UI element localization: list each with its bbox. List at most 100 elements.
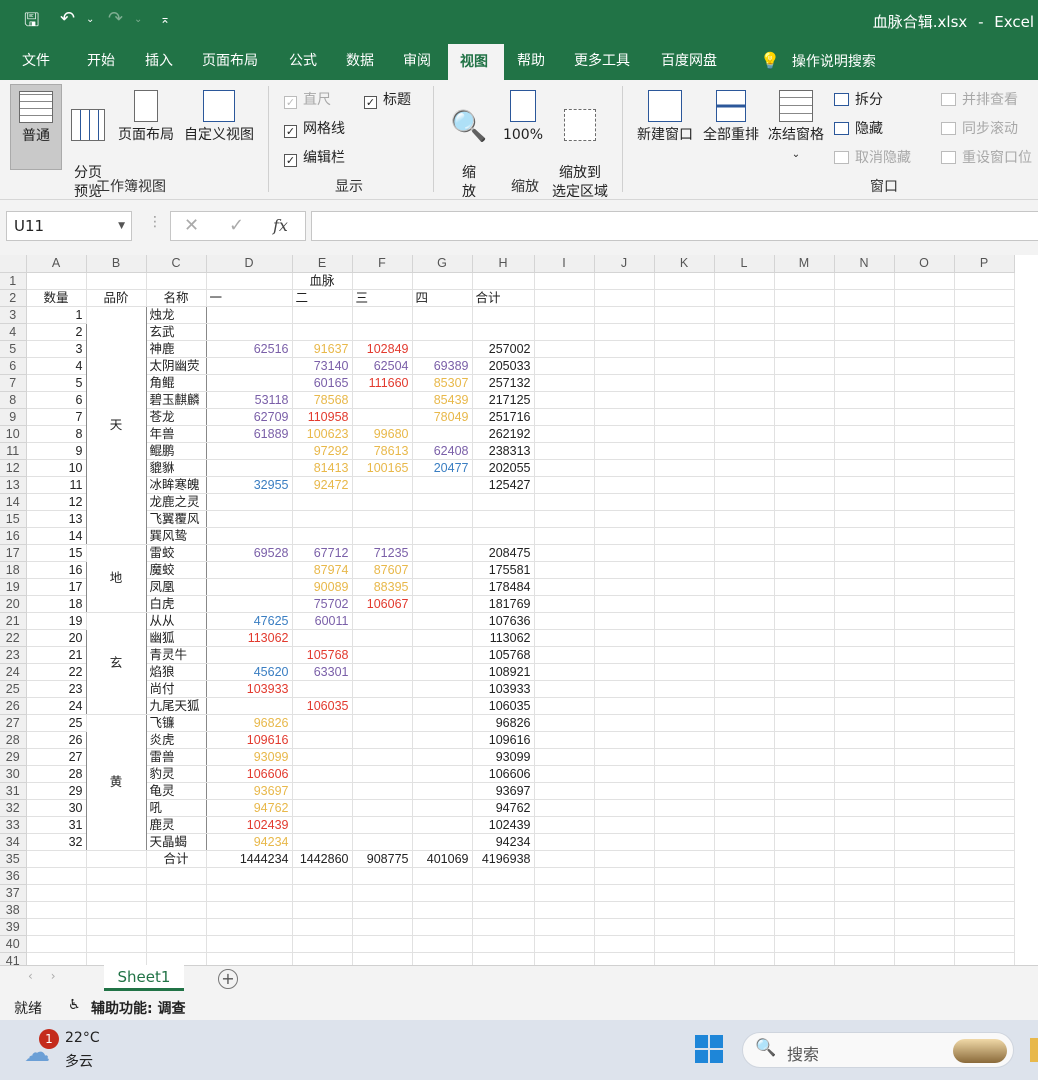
cell-f33[interactable] (352, 816, 413, 834)
cell-m12[interactable] (774, 459, 835, 477)
column-header-i[interactable]: I (534, 255, 595, 273)
cell-a6[interactable]: 4 (26, 357, 87, 375)
cell-j20[interactable] (594, 595, 655, 613)
cell-o26[interactable] (894, 697, 955, 715)
cell-k14[interactable] (654, 493, 715, 511)
cell-p4[interactable] (954, 323, 1015, 341)
cell-a9[interactable]: 7 (26, 408, 87, 426)
cell-k25[interactable] (654, 680, 715, 698)
row-header[interactable]: 4 (0, 323, 27, 341)
cell-a29[interactable]: 27 (26, 748, 87, 766)
tab-page-layout[interactable]: 页面布局 (190, 42, 270, 80)
cell-d26[interactable] (206, 697, 293, 715)
cell-n17[interactable] (834, 544, 895, 562)
cell-o37[interactable] (894, 884, 955, 902)
cell-h4[interactable] (472, 323, 535, 341)
tab-help[interactable]: 帮助 (505, 42, 557, 80)
cell-i35[interactable] (534, 850, 595, 868)
cell-k4[interactable] (654, 323, 715, 341)
cell-i26[interactable] (534, 697, 595, 715)
cell-c32[interactable]: 吼 (145, 799, 207, 817)
cell-j26[interactable] (594, 697, 655, 715)
cell-n7[interactable] (834, 374, 895, 392)
cell-f19[interactable]: 88395 (352, 578, 413, 596)
cell-f16[interactable] (352, 527, 413, 545)
cell-d29[interactable]: 93099 (206, 748, 293, 766)
cell-e33[interactable] (292, 816, 353, 834)
cell-i40[interactable] (534, 935, 595, 953)
cell-o12[interactable] (894, 459, 955, 477)
cell-g37[interactable] (412, 884, 473, 902)
worksheet-table[interactable]: ABCDEFGHIJKLMNOP 1 血脉 2 数量 品阶 名称一二三四合计 3 1 天烛龙 4 2… (0, 255, 1015, 965)
cell-c1[interactable] (146, 272, 207, 290)
cell-k16[interactable] (654, 527, 715, 545)
customize-toolbar-icon[interactable]: ⌅ (160, 12, 170, 26)
cell-a21[interactable]: 19 (26, 612, 87, 630)
cell-o21[interactable] (894, 612, 955, 630)
page-layout-view-button[interactable]: 页面布局 (116, 90, 176, 145)
cell-m22[interactable] (774, 629, 835, 647)
cell-o9[interactable] (894, 408, 955, 426)
cell-h3[interactable] (472, 306, 535, 324)
cell-l8[interactable] (714, 391, 775, 409)
cell-j15[interactable] (594, 510, 655, 528)
cell-p23[interactable] (954, 646, 1015, 664)
cell-m18[interactable] (774, 561, 835, 579)
cell-a31[interactable]: 29 (26, 782, 87, 800)
cell-f36[interactable] (352, 867, 413, 885)
cell-d31[interactable]: 93697 (206, 782, 293, 800)
cell-m14[interactable] (774, 493, 835, 511)
cell-l33[interactable] (714, 816, 775, 834)
cell-e10[interactable]: 100623 (292, 425, 353, 443)
cell-p2[interactable] (954, 289, 1015, 307)
cell-c22[interactable]: 幽狐 (145, 629, 207, 647)
cell-h21[interactable]: 107636 (472, 612, 535, 630)
cell-i7[interactable] (534, 374, 595, 392)
cell-p9[interactable] (954, 408, 1015, 426)
normal-view-button[interactable]: 普通 (10, 84, 62, 170)
cell-c21[interactable]: 从从 (145, 612, 207, 630)
cell-m6[interactable] (774, 357, 835, 375)
cell-i12[interactable] (534, 459, 595, 477)
cell-l34[interactable] (714, 833, 775, 851)
cell-l22[interactable] (714, 629, 775, 647)
cell-d25[interactable]: 103933 (206, 680, 293, 698)
cell-o17[interactable] (894, 544, 955, 562)
cell-p36[interactable] (954, 867, 1015, 885)
cell-i36[interactable] (534, 867, 595, 885)
cell-j5[interactable] (594, 340, 655, 358)
cell-b37[interactable] (86, 884, 147, 902)
cell-k18[interactable] (654, 561, 715, 579)
cell-h29[interactable]: 93099 (472, 748, 535, 766)
cell-m7[interactable] (774, 374, 835, 392)
cell-j22[interactable] (594, 629, 655, 647)
cell-e2[interactable]: 二 (292, 289, 353, 307)
cell-e11[interactable]: 97292 (292, 442, 353, 460)
cell-a14[interactable]: 12 (26, 493, 87, 511)
cell-f23[interactable] (352, 646, 413, 664)
cell-m26[interactable] (774, 697, 835, 715)
formula-bar-checkbox[interactable]: ✓ 编辑栏 (284, 147, 345, 167)
cell-j32[interactable] (594, 799, 655, 817)
name-box[interactable]: U11 ▼ (6, 211, 132, 241)
cell-e26[interactable]: 106035 (292, 697, 353, 715)
cell-p25[interactable] (954, 680, 1015, 698)
cell-b39[interactable] (86, 918, 147, 936)
cell-a41[interactable] (26, 952, 87, 965)
cell-e9[interactable]: 110958 (292, 408, 353, 426)
row-header[interactable]: 17 (0, 544, 27, 562)
cell-p40[interactable] (954, 935, 1015, 953)
formula-input[interactable] (311, 211, 1038, 241)
column-header-c[interactable]: C (146, 255, 207, 273)
custom-views-button[interactable]: 自定义视图 (181, 90, 257, 145)
cell-g20[interactable] (412, 595, 473, 613)
cell-h7[interactable]: 257132 (472, 374, 535, 392)
cell-f6[interactable]: 62504 (352, 357, 413, 375)
cell-e31[interactable] (292, 782, 353, 800)
cell-m9[interactable] (774, 408, 835, 426)
cell-g38[interactable] (412, 901, 473, 919)
weather-temperature[interactable]: 22°C (65, 1030, 100, 1046)
cell-a2[interactable]: 数量 (26, 289, 87, 307)
cell-c38[interactable] (146, 901, 207, 919)
cell-g39[interactable] (412, 918, 473, 936)
